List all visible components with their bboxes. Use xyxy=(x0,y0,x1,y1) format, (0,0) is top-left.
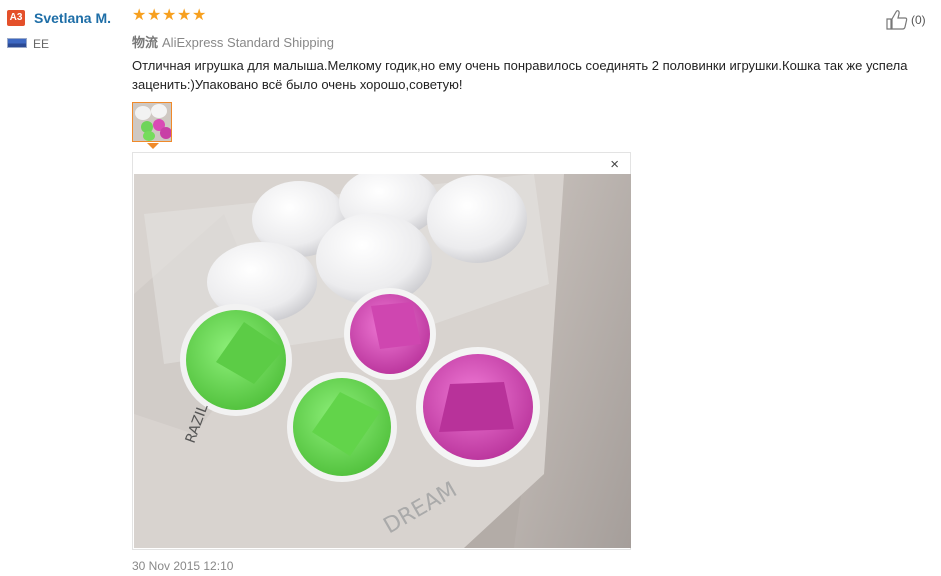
review-text: Отличная игрушка для малыша.Мелкому годи… xyxy=(132,58,908,92)
flag-estonia-icon xyxy=(7,38,27,48)
photo-viewer: × RAZIL DREAM xyxy=(132,152,631,550)
helpful-button[interactable]: (0) xyxy=(885,9,926,31)
country-code: EE xyxy=(33,37,50,51)
shipping-info: 物流 AliExpress Standard Shipping xyxy=(132,32,334,51)
shipping-label: 物流 xyxy=(132,35,159,50)
thumbnail-image xyxy=(133,103,171,141)
review-photo-thumbnail[interactable] xyxy=(132,102,172,142)
thumbs-up-icon xyxy=(886,10,908,30)
thumbnail-pointer xyxy=(147,143,159,149)
helpful-count: (0) xyxy=(911,13,926,27)
close-icon[interactable]: × xyxy=(610,157,619,173)
reviewer-name-link[interactable]: Svetlana M. xyxy=(34,10,111,26)
star-icon: ★ xyxy=(177,7,192,24)
star-icon: ★ xyxy=(147,7,162,24)
review-date: 30 Nov 2015 12:10 xyxy=(132,559,234,573)
review-photo: RAZIL DREAM xyxy=(134,174,631,548)
star-rating: ★ ★ ★ ★ ★ xyxy=(132,8,206,24)
star-icon: ★ xyxy=(132,7,147,24)
photo-image: RAZIL DREAM xyxy=(134,174,631,548)
buyer-level-badge: A3 xyxy=(7,10,25,26)
shipping-method: AliExpress Standard Shipping xyxy=(162,35,335,50)
star-icon: ★ xyxy=(162,7,177,24)
star-icon: ★ xyxy=(192,7,207,24)
